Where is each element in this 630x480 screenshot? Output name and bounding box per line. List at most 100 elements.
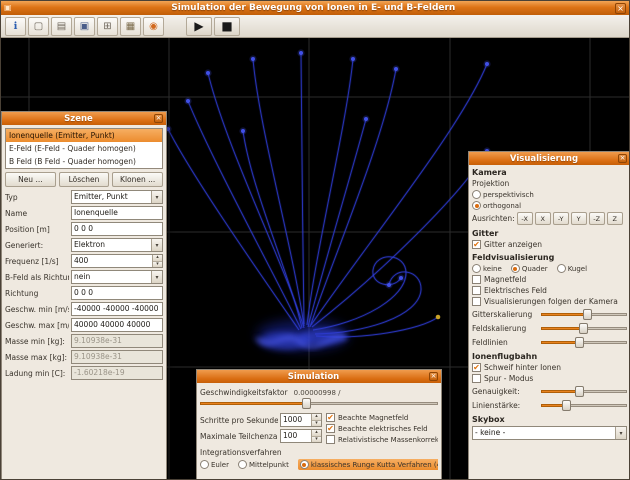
camera-align-row: Ausrichten: -XX-YY-ZZ — [472, 212, 627, 225]
visualization-panel-close-button[interactable]: × — [618, 154, 627, 163]
radio-option[interactable]: Mittelpunkt — [238, 460, 289, 469]
checkbox[interactable] — [472, 374, 481, 383]
slider-handle[interactable] — [575, 386, 584, 397]
field-input[interactable]: Ionenquelle — [71, 206, 163, 220]
field-combo[interactable]: Emitter, Punkt▾ — [71, 190, 163, 204]
accuracy-slider[interactable] — [541, 386, 627, 397]
spinner-arrows: ▴▾ — [152, 255, 162, 267]
scene-list-item[interactable]: B Feld (B Feld - Quader homogen) — [6, 155, 162, 168]
checkbox-row[interactable]: Elektrisches Feld — [472, 286, 627, 295]
simulation-panel-titlebar[interactable]: Simulation × — [197, 370, 441, 383]
checkbox-label: Beachte Magnetfeld — [338, 414, 408, 422]
field-value: Ionenquelle — [72, 207, 162, 219]
radio-option[interactable]: Kugel — [557, 264, 587, 273]
align-x-button[interactable]: X — [535, 212, 551, 225]
field-input[interactable]: 0 0 0 — [71, 286, 163, 300]
checkbox[interactable] — [326, 424, 335, 433]
spin-down-icon[interactable]: ▾ — [312, 420, 321, 427]
align-negz-button[interactable]: -Z — [589, 212, 605, 225]
field-label: B-Feld als Richtung: — [5, 273, 69, 282]
radio-button — [557, 264, 566, 273]
checkbox-row[interactable]: Beachte elektrisches Feld — [326, 424, 438, 433]
slider-handle[interactable] — [583, 309, 592, 320]
radio-button — [472, 190, 481, 199]
radio-option[interactable]: klassisches Runge Kutta Verfahren (4 Ord… — [298, 459, 438, 470]
align-z-button[interactable]: Z — [607, 212, 623, 225]
checkbox[interactable] — [472, 240, 481, 249]
window-close-button[interactable]: × — [615, 3, 626, 14]
field-input[interactable]: -40000 -40000 -40000 — [71, 302, 163, 316]
field-combo[interactable]: Elektron▾ — [71, 238, 163, 252]
align-negx-button[interactable]: -X — [517, 212, 533, 225]
clone-button[interactable]: Klonen ... — [112, 172, 163, 187]
field-value: 40000 40000 40000 — [72, 319, 162, 331]
field-lines-slider[interactable] — [541, 337, 627, 348]
field-spin[interactable]: 1000▴▾ — [280, 413, 322, 427]
slider-handle[interactable] — [302, 398, 311, 409]
checkbox[interactable] — [472, 297, 481, 306]
line-width-slider[interactable] — [541, 400, 627, 411]
chevron-down-icon: ▾ — [151, 191, 162, 203]
grid-view-button[interactable]: ⊞ — [97, 17, 118, 36]
slider-handle[interactable] — [579, 323, 588, 334]
field-input[interactable]: 40000 40000 40000 — [71, 318, 163, 332]
checkbox-row[interactable]: Magnetfeld — [472, 275, 627, 284]
align-y-button[interactable]: Y — [571, 212, 587, 225]
checkbox[interactable] — [326, 413, 335, 422]
align-negy-button[interactable]: -Y — [553, 212, 569, 225]
skybox-value: - keine - — [473, 427, 615, 439]
scene-list-item[interactable]: Ionenquelle (Emitter, Punkt) — [6, 129, 162, 142]
scene-panel-titlebar[interactable]: Szene × — [2, 112, 166, 125]
field-value: 9.10938e-31 — [72, 335, 162, 347]
checkbox[interactable] — [472, 275, 481, 284]
spin-down-icon[interactable]: ▾ — [312, 436, 321, 443]
checkbox[interactable] — [472, 286, 481, 295]
field-value: 1000 — [281, 414, 311, 426]
new-button[interactable]: ▢ — [28, 17, 49, 36]
field-value: 0 0 0 — [72, 287, 162, 299]
radio-option[interactable]: Quader — [511, 264, 548, 273]
radio-option[interactable]: orthogonal — [472, 201, 521, 210]
checkbox-row[interactable]: Visualisierungen folgen der Kamera — [472, 297, 627, 306]
speed-factor-slider[interactable] — [200, 398, 438, 409]
save-button[interactable]: ▣ — [74, 17, 95, 36]
info-button[interactable]: ℹ — [5, 17, 26, 36]
radio-option[interactable]: keine — [472, 264, 502, 273]
checkbox-row[interactable]: Relativistische Massenkorrektur — [326, 435, 438, 444]
field-row: Schritte pro Sekunde1000▴▾ — [200, 413, 322, 427]
simulation-panel-close-button[interactable]: × — [429, 372, 438, 381]
delete-button[interactable]: Löschen — [59, 172, 110, 187]
spin-down-icon[interactable]: ▾ — [153, 261, 162, 268]
field-spin[interactable]: 400▴▾ — [71, 254, 163, 268]
projection-option-row: perspektivisch — [472, 190, 627, 199]
new-button[interactable]: Neu ... — [5, 172, 56, 187]
checkbox-row[interactable]: Schweif hinter Ionen — [472, 363, 627, 372]
field-scale-slider[interactable] — [541, 323, 627, 334]
window-titlebar[interactable]: ▣ Simulation der Bewegung von Ionen in E… — [1, 1, 629, 15]
scene-panel-close-button[interactable]: × — [154, 114, 163, 123]
play-button[interactable]: ▶ — [186, 17, 212, 36]
screenshot-button[interactable]: ▦ — [120, 17, 141, 36]
checkbox-row[interactable]: Gitter anzeigen — [472, 240, 627, 249]
stop-button[interactable]: ■ — [214, 17, 240, 36]
field-input[interactable]: 0 0 0 — [71, 222, 163, 236]
scene-list-item[interactable]: E-Feld (E-Feld - Quader homogen) — [6, 142, 162, 155]
slider-handle[interactable] — [575, 337, 584, 348]
grid-scale-slider[interactable] — [541, 309, 627, 320]
checkbox-row[interactable]: Spur - Modus — [472, 374, 627, 383]
radio-label: keine — [483, 265, 502, 273]
checkbox[interactable] — [326, 435, 335, 444]
visualization-panel-titlebar[interactable]: Visualisierung × — [469, 152, 630, 165]
checkbox[interactable] — [472, 363, 481, 372]
radio-option[interactable]: Euler — [200, 460, 229, 469]
checkbox-row[interactable]: Beachte Magnetfeld — [326, 413, 438, 422]
field-spin[interactable]: 100▴▾ — [280, 429, 322, 443]
slider-handle[interactable] — [562, 400, 571, 411]
radio-option[interactable]: perspektivisch — [472, 190, 534, 199]
fieldvis-options: keine Quader Kugel — [472, 264, 627, 273]
open-button[interactable]: ▤ — [51, 17, 72, 36]
integration-method-options: Euler Mittelpunkt klassisches Runge Kutta … — [200, 459, 438, 470]
skybox-combo[interactable]: - keine - ▾ — [472, 426, 627, 440]
field-combo[interactable]: nein▾ — [71, 270, 163, 284]
record-button[interactable]: ◉ — [143, 17, 164, 36]
